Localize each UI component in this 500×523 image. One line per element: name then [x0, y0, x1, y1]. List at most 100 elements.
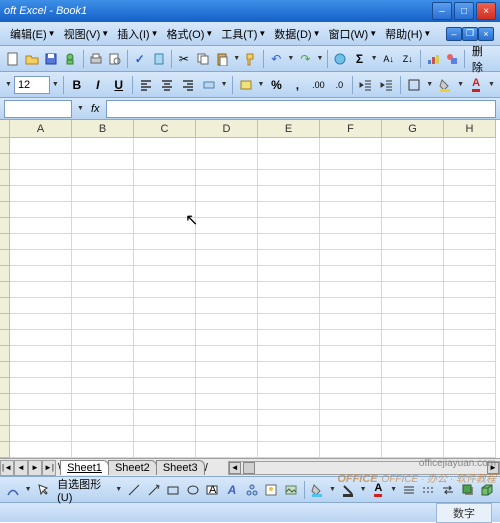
clipart-icon[interactable] — [262, 480, 280, 500]
row-header[interactable] — [0, 346, 10, 362]
cell[interactable] — [196, 186, 258, 202]
row-header[interactable] — [0, 202, 10, 218]
cell[interactable] — [72, 202, 134, 218]
row-header[interactable] — [0, 138, 10, 154]
cell[interactable] — [444, 362, 496, 378]
cell[interactable] — [134, 426, 196, 442]
cell[interactable] — [72, 298, 134, 314]
sheet-tab-2[interactable]: Sheet2 — [108, 460, 157, 475]
cell[interactable] — [196, 138, 258, 154]
cell[interactable] — [320, 186, 382, 202]
column-header[interactable]: B — [72, 120, 134, 138]
cell[interactable] — [196, 154, 258, 170]
doc-restore-button[interactable]: ❐ — [462, 27, 478, 41]
doc-minimize-button[interactable]: – — [446, 27, 462, 41]
cell[interactable] — [258, 138, 320, 154]
cell[interactable] — [444, 202, 496, 218]
cell[interactable] — [382, 250, 444, 266]
column-header[interactable]: H — [444, 120, 496, 138]
cell[interactable] — [320, 330, 382, 346]
cell[interactable] — [382, 298, 444, 314]
cell[interactable] — [444, 378, 496, 394]
cell[interactable] — [258, 250, 320, 266]
autosum-dropdown-icon[interactable]: ▼ — [370, 55, 379, 62]
increase-decimal-icon[interactable]: .00 — [308, 75, 328, 95]
align-right-icon[interactable] — [178, 75, 198, 95]
draw-menu-icon[interactable] — [4, 480, 22, 500]
cell[interactable] — [196, 266, 258, 282]
cell[interactable] — [134, 314, 196, 330]
cell[interactable] — [382, 330, 444, 346]
redo-icon[interactable]: ↷ — [296, 49, 314, 69]
decrease-decimal-icon[interactable]: .0 — [329, 75, 349, 95]
select-icon[interactable] — [35, 480, 53, 500]
cell[interactable] — [72, 250, 134, 266]
cell[interactable] — [444, 138, 496, 154]
fontsize-dropdown-icon[interactable]: ▼ — [51, 81, 60, 88]
cell[interactable] — [444, 250, 496, 266]
row-header[interactable] — [0, 170, 10, 186]
scroll-thumb[interactable] — [243, 462, 255, 474]
minimize-button[interactable]: – — [432, 2, 452, 20]
cell[interactable] — [382, 282, 444, 298]
format-painter-icon[interactable] — [242, 49, 260, 69]
cell[interactable] — [444, 330, 496, 346]
cell[interactable] — [320, 346, 382, 362]
cell[interactable] — [382, 266, 444, 282]
increase-indent-icon[interactable] — [377, 75, 397, 95]
cell[interactable] — [196, 234, 258, 250]
arrow-icon[interactable] — [145, 480, 163, 500]
cell[interactable] — [320, 426, 382, 442]
cell[interactable] — [10, 154, 72, 170]
decrease-indent-icon[interactable] — [356, 75, 376, 95]
cell[interactable] — [382, 394, 444, 410]
row-header[interactable] — [0, 154, 10, 170]
sheet-tab-3[interactable]: Sheet3 — [156, 460, 205, 475]
print-icon[interactable] — [86, 49, 104, 69]
cell[interactable] — [72, 410, 134, 426]
row-header[interactable] — [0, 378, 10, 394]
cell[interactable] — [10, 442, 72, 458]
first-sheet-button[interactable]: |◄ — [0, 460, 14, 476]
cell[interactable] — [72, 330, 134, 346]
row-header[interactable] — [0, 426, 10, 442]
cell[interactable] — [10, 298, 72, 314]
cell[interactable] — [196, 250, 258, 266]
row-header[interactable] — [0, 234, 10, 250]
cell[interactable] — [258, 346, 320, 362]
cell[interactable] — [10, 410, 72, 426]
cell[interactable] — [10, 250, 72, 266]
cell[interactable] — [382, 154, 444, 170]
cell[interactable] — [134, 202, 196, 218]
cell[interactable] — [258, 202, 320, 218]
cell[interactable] — [258, 234, 320, 250]
row-header[interactable] — [0, 250, 10, 266]
undo-icon[interactable]: ↶ — [267, 49, 285, 69]
cell[interactable] — [10, 330, 72, 346]
cell[interactable] — [320, 154, 382, 170]
line-icon[interactable] — [125, 480, 143, 500]
cell[interactable] — [382, 346, 444, 362]
cell[interactable] — [10, 394, 72, 410]
column-header[interactable]: A — [10, 120, 72, 138]
cell[interactable] — [444, 154, 496, 170]
cell[interactable] — [444, 298, 496, 314]
maximize-button[interactable]: □ — [454, 2, 474, 20]
cell[interactable] — [134, 346, 196, 362]
cell[interactable] — [134, 282, 196, 298]
cell[interactable] — [72, 426, 134, 442]
cell[interactable] — [382, 234, 444, 250]
close-button[interactable]: × — [476, 2, 496, 20]
cell[interactable] — [444, 410, 496, 426]
cell[interactable] — [196, 346, 258, 362]
save-icon[interactable] — [42, 49, 60, 69]
cell[interactable] — [134, 170, 196, 186]
picture-icon[interactable] — [282, 480, 300, 500]
cell[interactable] — [10, 426, 72, 442]
cell[interactable] — [10, 346, 72, 362]
cell[interactable] — [382, 410, 444, 426]
cell[interactable] — [10, 186, 72, 202]
merge-icon[interactable] — [199, 75, 219, 95]
fx-label[interactable]: fx — [91, 103, 100, 115]
cell[interactable] — [196, 426, 258, 442]
